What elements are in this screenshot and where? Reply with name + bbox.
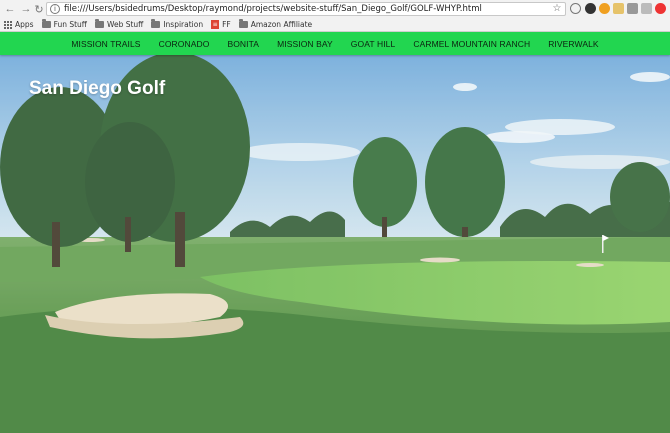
extension-icon[interactable]: [599, 3, 610, 14]
bookmark-label: FF: [222, 20, 231, 29]
page-title: San Diego Golf: [29, 78, 166, 99]
nav-link-bonita[interactable]: BONITA: [227, 39, 259, 49]
bookmark-apps[interactable]: Apps: [0, 20, 34, 29]
extension-icon[interactable]: [613, 3, 624, 14]
extension-icon[interactable]: [627, 3, 638, 14]
top-navbar: MISSION TRAILS CORONADO BONITA MISSION B…: [0, 32, 670, 55]
back-arrow-icon[interactable]: ←: [2, 1, 18, 17]
bookmark-label: Amazon Affiliate: [250, 20, 313, 29]
extension-icon[interactable]: [655, 3, 666, 14]
nav-link-carmel-mountain-ranch[interactable]: CARMEL MOUNTAIN RANCH: [413, 39, 530, 49]
bookmark-amazon-affiliate[interactable]: Amazon Affiliate: [238, 19, 313, 29]
folder-icon: [41, 19, 51, 28]
bookmark-web-stuff[interactable]: Web Stuff: [94, 19, 144, 29]
bookmark-label: Inspiration: [163, 20, 204, 29]
address-bar-row: ← → ↻ i file:///Users/bsidedrums/Desktop…: [0, 0, 670, 18]
folder-icon: [238, 19, 248, 28]
info-icon[interactable]: i: [50, 4, 60, 14]
bookmark-label: Web Stuff: [106, 20, 144, 29]
bookmark-ff[interactable]: ≡ FF: [211, 20, 231, 29]
url-field[interactable]: i file:///Users/bsidedrums/Desktop/raymo…: [46, 2, 566, 16]
ff-icon: ≡: [211, 20, 220, 29]
folder-icon: [151, 19, 161, 28]
bookmark-label: Apps: [15, 20, 34, 29]
web-page: MISSION TRAILS CORONADO BONITA MISSION B…: [0, 32, 670, 433]
nav-link-riverwalk[interactable]: RIVERWALK: [548, 39, 599, 49]
url-text: file:///Users/bsidedrums/Desktop/raymond…: [64, 4, 482, 14]
apps-grid-icon: [4, 20, 12, 29]
browser-chrome: ← → ↻ i file:///Users/bsidedrums/Desktop…: [0, 0, 670, 32]
bookmark-star-icon[interactable]: ☆: [551, 2, 563, 16]
extension-icon[interactable]: [585, 3, 596, 14]
nav-link-goat-hill[interactable]: GOAT HILL: [351, 39, 396, 49]
reload-icon[interactable]: ↻: [31, 1, 47, 17]
nav-link-mission-trails[interactable]: MISSION TRAILS: [71, 39, 140, 49]
bookmark-label: Fun Stuff: [53, 20, 87, 29]
bookmark-fun-stuff[interactable]: Fun Stuff: [41, 19, 87, 29]
bookmark-inspiration[interactable]: Inspiration: [151, 19, 204, 29]
folder-icon: [94, 19, 104, 28]
nav-link-coronado[interactable]: CORONADO: [159, 39, 210, 49]
bookmarks-bar: Apps Fun Stuff Web Stuff Inspiration ≡ F…: [0, 18, 670, 31]
extension-icon[interactable]: [570, 3, 581, 14]
extension-icon[interactable]: [641, 3, 652, 14]
nav-link-mission-bay[interactable]: MISSION BAY: [277, 39, 333, 49]
